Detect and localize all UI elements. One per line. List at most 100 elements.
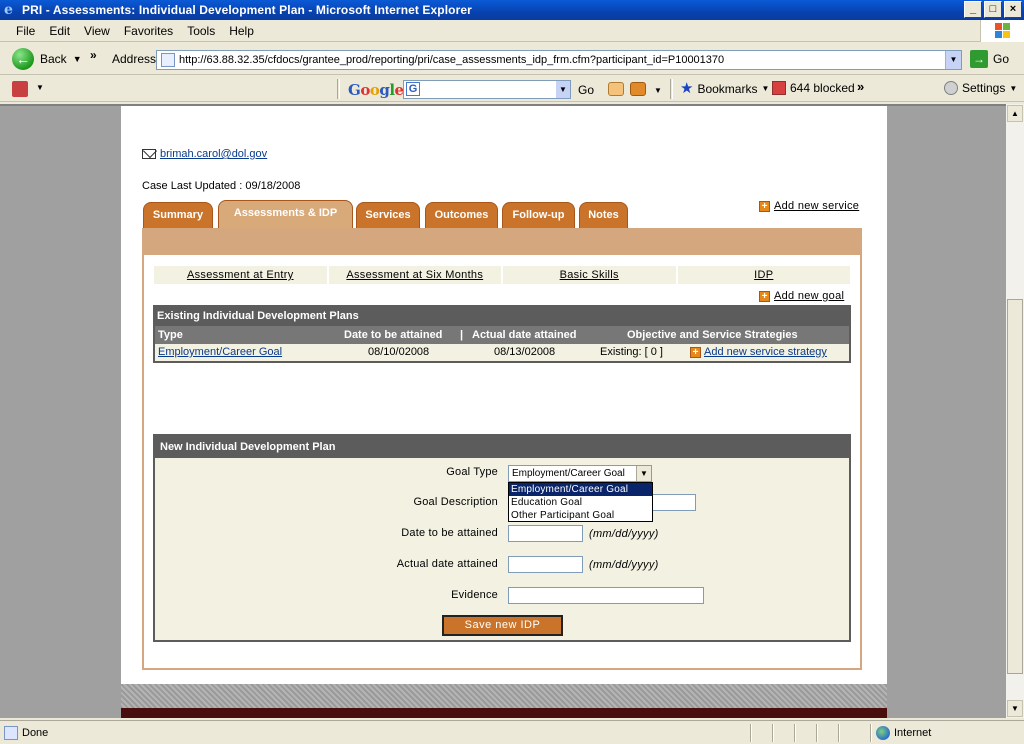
- evidence-input[interactable]: [508, 587, 704, 604]
- subnav-item: Assessment at Six Months: [329, 266, 503, 284]
- bookmarks-label: Bookmarks: [697, 81, 758, 96]
- scroll-up-icon[interactable]: ▲: [1007, 105, 1023, 122]
- pagerank-icon[interactable]: [630, 82, 646, 96]
- zone-label: Internet: [894, 727, 932, 739]
- google-go-button[interactable]: Go: [578, 83, 594, 97]
- goal-type-value: Employment/Career Goal: [512, 468, 625, 479]
- chevron-down-icon: ▼: [761, 84, 770, 93]
- subnav-assessment-entry[interactable]: Assessment at Entry: [187, 269, 294, 281]
- date-to-be-input[interactable]: [508, 525, 583, 542]
- toolbar-overflow-icon[interactable]: »: [90, 48, 97, 62]
- popup-blocker-icon: [772, 81, 786, 95]
- email-link[interactable]: brimah.carol@dol.gov: [160, 148, 267, 160]
- panel-header: [144, 230, 860, 255]
- menu-file[interactable]: File: [16, 24, 35, 38]
- chevron-down-icon[interactable]: ▼: [73, 54, 82, 64]
- subnav-assessment-six-months[interactable]: Assessment at Six Months: [346, 269, 483, 281]
- address-dropdown-icon[interactable]: ▼: [945, 51, 961, 69]
- add-service-strategy-link[interactable]: Add new service strategy: [704, 344, 827, 361]
- new-idp-form: New Individual Development Plan Goal Typ…: [153, 434, 851, 642]
- status-divider: [816, 724, 818, 742]
- toolbar-overflow-icon[interactable]: »: [857, 79, 864, 94]
- actual-date-input[interactable]: [508, 556, 583, 573]
- tab-follow-up[interactable]: Follow-up: [502, 202, 575, 229]
- save-idp-button[interactable]: Save new IDP: [442, 615, 563, 636]
- search-dropdown-icon[interactable]: ▼: [556, 81, 570, 98]
- address-url: http://63.88.32.35/cfdocs/grantee_prod/r…: [179, 54, 725, 66]
- status-divider: [838, 724, 840, 742]
- web-page: brimah.carol@dol.gov Case Last Updated :…: [121, 106, 887, 718]
- add-new-service-link[interactable]: Add new service: [774, 200, 859, 212]
- menu-help[interactable]: Help: [229, 24, 254, 38]
- content-panel: Assessment at Entry Assessment at Six Mo…: [142, 228, 862, 670]
- menu-favorites[interactable]: Favorites: [124, 24, 173, 38]
- assessment-subnav: Assessment at Entry Assessment at Six Mo…: [154, 266, 850, 284]
- address-label: Address: [112, 52, 157, 66]
- tab-notes[interactable]: Notes: [579, 202, 628, 229]
- maximize-button[interactable]: □: [984, 1, 1002, 18]
- star-icon: ★: [680, 80, 694, 97]
- windows-flag-icon: [995, 23, 1011, 39]
- windows-logo: [980, 20, 1024, 42]
- tab-assessments-idp[interactable]: Assessments & IDP: [218, 200, 353, 229]
- settings-icon: [944, 81, 958, 95]
- subnav-item: IDP: [678, 266, 851, 284]
- chevron-down-icon[interactable]: ▼: [654, 86, 662, 95]
- new-idp-title: New Individual Development Plan: [155, 436, 849, 458]
- case-last-updated: Case Last Updated : 09/18/2008: [142, 180, 301, 192]
- back-label: Back: [40, 52, 67, 66]
- menu-tools[interactable]: Tools: [187, 24, 215, 38]
- existing-idp-table: Existing Individual Development Plans Ty…: [153, 305, 851, 363]
- scroll-thumb[interactable]: [1007, 299, 1023, 674]
- option-other-participant-goal[interactable]: Other Participant Goal: [509, 509, 652, 522]
- status-divider: [772, 724, 774, 742]
- news-icon[interactable]: [608, 82, 624, 96]
- bookmarks-button[interactable]: ★ Bookmarks ▼: [680, 81, 769, 96]
- actual-date-cell: 08/13/02008: [494, 346, 556, 358]
- evidence-label: Evidence: [451, 589, 498, 601]
- settings-button[interactable]: Settings ▼: [944, 81, 1017, 95]
- popup-blocker-button[interactable]: 644 blocked: [772, 81, 855, 95]
- tab-services[interactable]: Services: [356, 202, 420, 229]
- table-header-row: Type Date to be attained | Actual date a…: [155, 326, 849, 344]
- subnav-item: Assessment at Entry: [154, 266, 329, 284]
- go-button[interactable]: → Go: [970, 50, 1009, 68]
- plus-icon: +: [690, 347, 701, 358]
- tab-outcomes[interactable]: Outcomes: [425, 202, 498, 229]
- subnav-basic-skills[interactable]: Basic Skills: [560, 269, 619, 281]
- plus-icon: +: [759, 290, 770, 302]
- chevron-down-icon[interactable]: ▼: [636, 466, 651, 481]
- address-input[interactable]: http://63.88.32.35/cfdocs/grantee_prod/r…: [156, 50, 962, 70]
- chevron-down-icon[interactable]: ▼: [36, 83, 44, 92]
- scroll-down-icon[interactable]: ▼: [1007, 700, 1023, 717]
- goal-type-link[interactable]: Employment/Career Goal: [158, 344, 282, 361]
- subnav-idp[interactable]: IDP: [754, 269, 773, 281]
- goal-type-options: Employment/Career Goal Education Goal Ot…: [508, 482, 653, 522]
- goal-type-select[interactable]: Employment/Career Goal ▼: [508, 465, 652, 482]
- menu-edit[interactable]: Edit: [49, 24, 70, 38]
- add-goal-row: + Add new goal: [759, 290, 844, 302]
- date-format-hint: (mm/dd/yyyy): [589, 528, 659, 540]
- footer-pattern: [121, 684, 887, 708]
- close-button[interactable]: ×: [1004, 1, 1022, 18]
- email-row: brimah.carol@dol.gov: [142, 148, 267, 160]
- option-education-goal[interactable]: Education Goal: [509, 496, 652, 509]
- chevron-down-icon: ▼: [1009, 83, 1018, 93]
- vertical-scrollbar[interactable]: ▲ ▼: [1006, 104, 1024, 718]
- google-g-icon: G: [406, 82, 420, 96]
- back-button[interactable]: ← Back ▼: [12, 48, 82, 70]
- google-search-input[interactable]: G ▼: [403, 80, 571, 99]
- menu-view[interactable]: View: [84, 24, 110, 38]
- column-header-objective: Objective and Service Strategies: [627, 329, 798, 341]
- acrobat-icon[interactable]: [12, 81, 28, 97]
- minimize-button[interactable]: _: [964, 1, 982, 18]
- status-divider: [750, 724, 752, 742]
- column-header-date-to-be: Date to be attained: [344, 329, 443, 341]
- column-separator: |: [460, 329, 464, 341]
- go-arrow-icon: →: [970, 50, 988, 68]
- add-new-goal-link[interactable]: Add new goal: [774, 290, 844, 302]
- tab-summary[interactable]: Summary: [143, 202, 213, 229]
- settings-label: Settings: [962, 81, 1006, 95]
- option-employment-career-goal[interactable]: Employment/Career Goal: [509, 483, 652, 496]
- date-to-be-cell: 08/10/02008: [368, 346, 430, 358]
